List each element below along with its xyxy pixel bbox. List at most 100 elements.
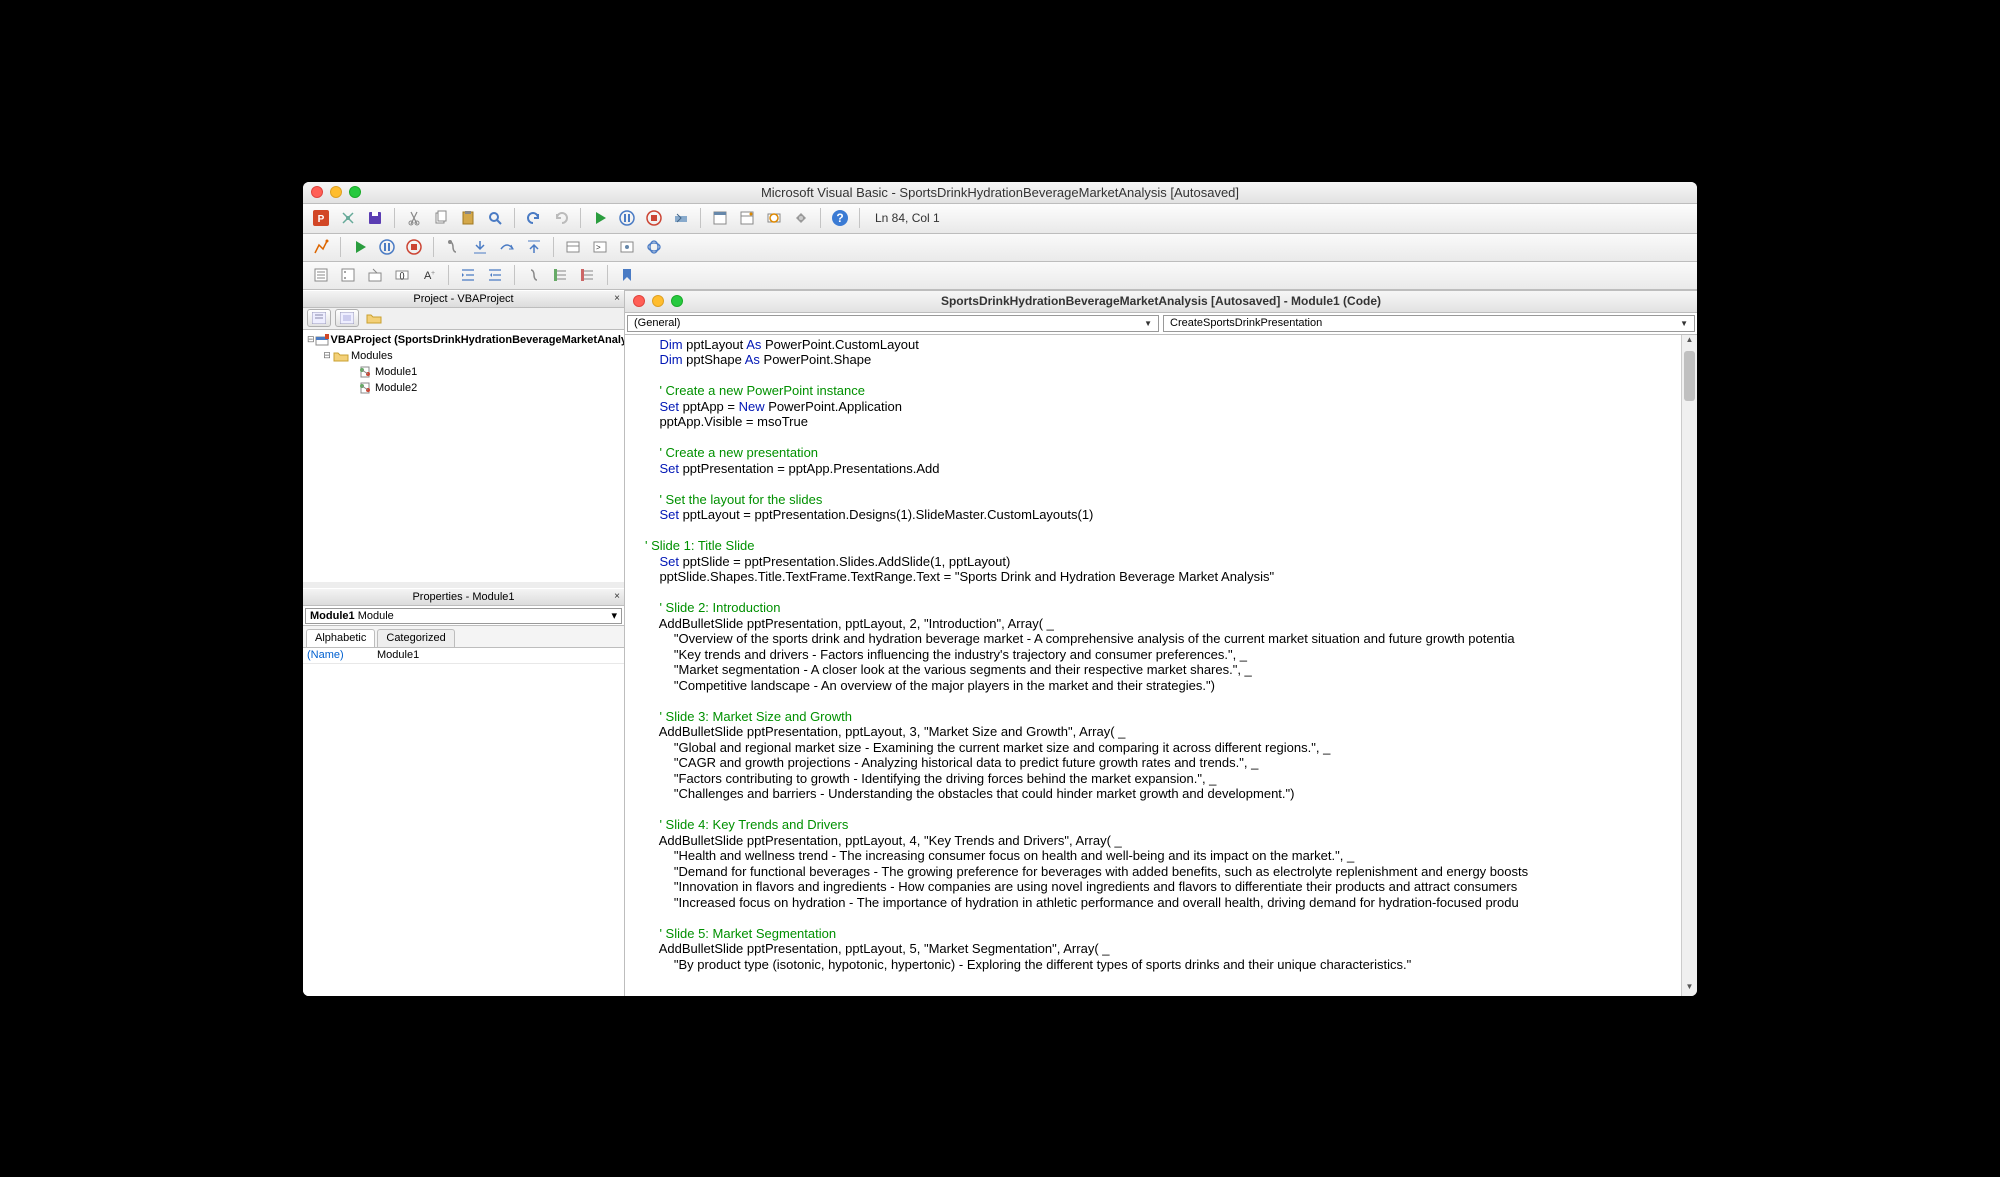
code-dropdowns: (General) ▼ CreateSportsDrinkPresentatio… bbox=[625, 313, 1697, 335]
stop-icon[interactable] bbox=[642, 206, 666, 230]
code-zoom-button[interactable] bbox=[671, 295, 683, 307]
separator bbox=[700, 208, 701, 228]
toggle-breakpoint-icon[interactable] bbox=[441, 235, 465, 259]
project-tree[interactable]: ⊟ VBAProject (SportsDrinkHydrationBevera… bbox=[303, 330, 624, 588]
separator bbox=[514, 265, 515, 285]
toolbar-edit: () A+ bbox=[303, 262, 1697, 290]
toolbar-debug: > bbox=[303, 234, 1697, 262]
right-pane: SportsDrinkHydrationBeverageMarketAnalys… bbox=[625, 290, 1697, 996]
comment-block-icon[interactable] bbox=[549, 263, 573, 287]
list-constants-icon[interactable] bbox=[336, 263, 360, 287]
object-dropdown[interactable]: (General) ▼ bbox=[627, 315, 1159, 332]
tab-alphabetic[interactable]: Alphabetic bbox=[306, 629, 375, 647]
list-properties-icon[interactable] bbox=[309, 263, 333, 287]
procedure-dropdown[interactable]: CreateSportsDrinkPresentation ▼ bbox=[1163, 315, 1695, 332]
compile-icon[interactable] bbox=[309, 235, 333, 259]
complete-word-icon[interactable]: A+ bbox=[417, 263, 441, 287]
code-editor[interactable]: Dim pptLayout As PowerPoint.CustomLayout… bbox=[625, 335, 1681, 996]
separator bbox=[607, 265, 608, 285]
reset-icon[interactable] bbox=[402, 235, 426, 259]
save-icon[interactable] bbox=[363, 206, 387, 230]
separator bbox=[553, 237, 554, 257]
properties-pane-title: Properties - Module1 bbox=[412, 591, 514, 603]
watch-window-icon[interactable] bbox=[615, 235, 639, 259]
left-pane: Project - VBAProject × ⊟ VBAProject (Spo… bbox=[303, 290, 625, 996]
project-explorer-icon[interactable] bbox=[708, 206, 732, 230]
tree-modules-folder[interactable]: ⊟ Modules bbox=[303, 348, 624, 364]
properties-tabs: Alphabetic Categorized bbox=[303, 626, 624, 648]
quick-info-icon[interactable] bbox=[363, 263, 387, 287]
indent-icon[interactable] bbox=[456, 263, 480, 287]
run-sub-icon[interactable] bbox=[348, 235, 372, 259]
immediate-window-icon[interactable]: > bbox=[588, 235, 612, 259]
uncomment-block-icon[interactable] bbox=[576, 263, 600, 287]
cut-icon[interactable] bbox=[402, 206, 426, 230]
traffic-lights bbox=[311, 186, 361, 198]
svg-text:(): () bbox=[399, 271, 405, 280]
tab-categorized[interactable]: Categorized bbox=[377, 629, 454, 647]
find-icon[interactable] bbox=[483, 206, 507, 230]
toggle-bookmark-icon[interactable] bbox=[615, 263, 639, 287]
properties-grid[interactable]: (Name) Module1 bbox=[303, 648, 624, 996]
code-minimize-button[interactable] bbox=[652, 295, 664, 307]
copy-icon[interactable] bbox=[429, 206, 453, 230]
property-row-name[interactable]: (Name) Module1 bbox=[303, 648, 624, 664]
outdent-icon[interactable] bbox=[483, 263, 507, 287]
properties-window-icon[interactable] bbox=[735, 206, 759, 230]
quick-watch-icon[interactable] bbox=[642, 235, 666, 259]
separator bbox=[394, 208, 395, 228]
separator bbox=[514, 208, 515, 228]
minimize-window-button[interactable] bbox=[330, 186, 342, 198]
redo-icon[interactable] bbox=[549, 206, 573, 230]
scroll-up-arrow-icon[interactable]: ▲ bbox=[1682, 335, 1697, 349]
code-traffic-lights bbox=[633, 295, 683, 307]
properties-object-select[interactable]: Module1 Module ▾ bbox=[303, 606, 624, 626]
step-over-icon[interactable] bbox=[495, 235, 519, 259]
tools-icon[interactable] bbox=[336, 206, 360, 230]
object-browser-icon[interactable] bbox=[762, 206, 786, 230]
help-icon[interactable]: ? bbox=[828, 206, 852, 230]
powerpoint-icon[interactable]: P bbox=[309, 206, 333, 230]
tree-module2[interactable]: Module2 bbox=[303, 380, 624, 396]
vertical-scrollbar[interactable]: ▲ ▼ bbox=[1681, 335, 1697, 996]
svg-text:+: + bbox=[431, 270, 435, 277]
pause-icon[interactable] bbox=[615, 206, 639, 230]
svg-text:>: > bbox=[596, 243, 601, 252]
view-code-button[interactable] bbox=[307, 309, 331, 327]
run-icon[interactable] bbox=[588, 206, 612, 230]
project-pane-close[interactable]: × bbox=[614, 293, 620, 304]
procedure-dropdown-value: CreateSportsDrinkPresentation bbox=[1170, 317, 1322, 329]
toolbar-main: P ? Ln 84, Col 1 bbox=[303, 204, 1697, 234]
step-into-icon[interactable] bbox=[468, 235, 492, 259]
view-object-button[interactable] bbox=[335, 309, 359, 327]
scroll-down-arrow-icon[interactable]: ▼ bbox=[1682, 982, 1697, 996]
code-body: Dim pptLayout As PowerPoint.CustomLayout… bbox=[625, 335, 1697, 996]
content-area: Project - VBAProject × ⊟ VBAProject (Spo… bbox=[303, 290, 1697, 996]
zoom-window-button[interactable] bbox=[349, 186, 361, 198]
break-icon[interactable] bbox=[375, 235, 399, 259]
separator bbox=[820, 208, 821, 228]
undo-icon[interactable] bbox=[522, 206, 546, 230]
toggle-folders-button[interactable] bbox=[363, 310, 385, 326]
code-close-button[interactable] bbox=[633, 295, 645, 307]
design-mode-icon[interactable] bbox=[669, 206, 693, 230]
parameter-info-icon[interactable]: () bbox=[390, 263, 414, 287]
code-titlebar: SportsDrinkHydrationBeverageMarketAnalys… bbox=[625, 291, 1697, 313]
step-out-icon[interactable] bbox=[522, 235, 546, 259]
tree-root[interactable]: ⊟ VBAProject (SportsDrinkHydrationBevera… bbox=[303, 332, 624, 348]
tree-module1[interactable]: Module1 bbox=[303, 364, 624, 380]
project-pane-title: Project - VBAProject bbox=[413, 293, 513, 305]
dropdown-arrow-icon: ▾ bbox=[611, 609, 617, 622]
properties-pane-close[interactable]: × bbox=[614, 591, 620, 602]
paste-icon[interactable] bbox=[456, 206, 480, 230]
toolbox-icon[interactable] bbox=[789, 206, 813, 230]
close-window-button[interactable] bbox=[311, 186, 323, 198]
chevron-down-icon: ▼ bbox=[1144, 319, 1152, 328]
locals-window-icon[interactable] bbox=[561, 235, 585, 259]
scroll-thumb[interactable] bbox=[1684, 351, 1695, 401]
main-window: Microsoft Visual Basic - SportsDrinkHydr… bbox=[303, 182, 1697, 996]
separator bbox=[448, 265, 449, 285]
main-titlebar: Microsoft Visual Basic - SportsDrinkHydr… bbox=[303, 182, 1697, 204]
breakpoint-hand-icon[interactable] bbox=[522, 263, 546, 287]
separator bbox=[340, 237, 341, 257]
